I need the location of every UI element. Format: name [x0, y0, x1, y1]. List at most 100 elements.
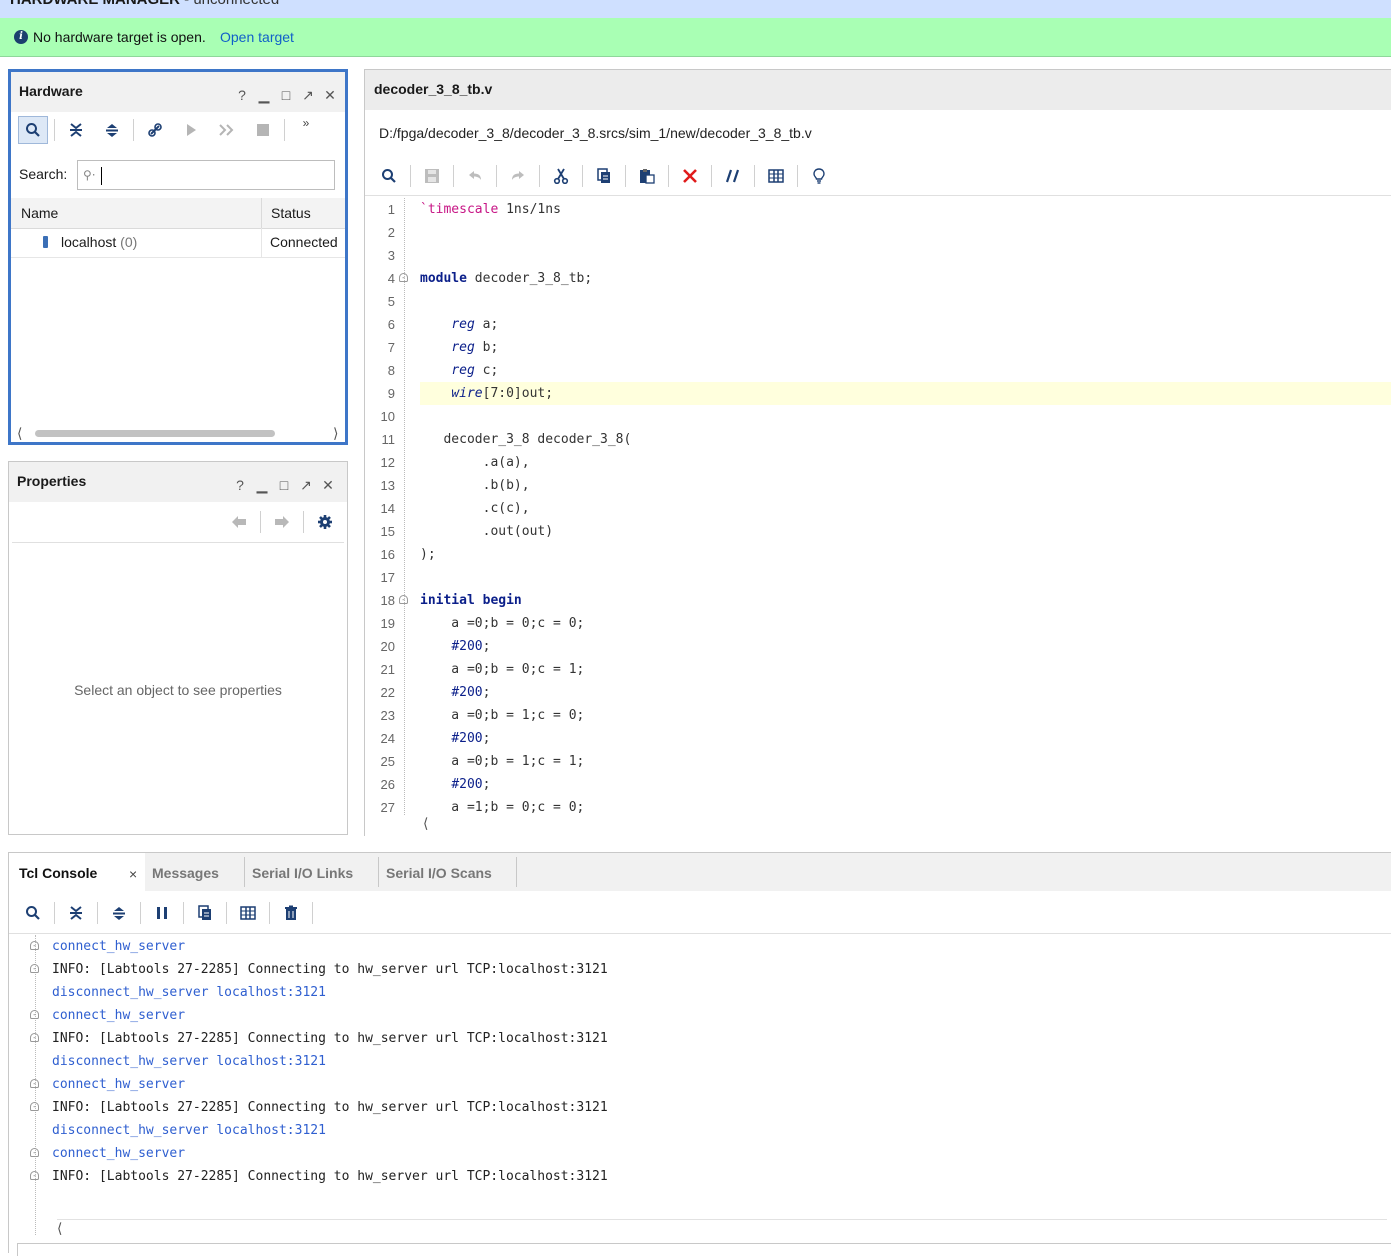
editor-tab-title[interactable]: decoder_3_8_tb.v	[374, 81, 492, 97]
server-count: (0)	[120, 234, 138, 250]
collapse-all-icon[interactable]	[58, 116, 94, 144]
line-number: 12	[380, 455, 395, 470]
minimize-icon[interactable]: ▁	[251, 476, 273, 494]
code-line: 24 #200;	[365, 727, 1391, 750]
minimize-icon[interactable]: ▁	[253, 86, 275, 104]
scroll-left-icon[interactable]: ⟨	[17, 425, 22, 442]
scroll-left-icon[interactable]: ⟨	[57, 1220, 62, 1237]
console-line: - connect_hw_server	[9, 935, 1391, 958]
copy-icon[interactable]	[586, 162, 622, 190]
hardware-panel-title: Hardware	[19, 83, 83, 99]
stop-icon[interactable]	[245, 116, 281, 144]
properties-toolbar	[221, 508, 343, 536]
line-number: 23	[380, 708, 395, 723]
code-line: 13 .b(b),	[365, 474, 1391, 497]
scroll-right-icon[interactable]: ⟩	[333, 425, 338, 442]
float-icon[interactable]: ↗	[297, 86, 319, 104]
close-icon[interactable]: ×	[129, 866, 137, 882]
server-name: localhost	[61, 234, 117, 250]
close-icon[interactable]: ✕	[317, 476, 339, 494]
tab-messages[interactable]: Messages	[145, 853, 245, 891]
search-icon[interactable]	[15, 899, 51, 927]
back-icon[interactable]	[221, 508, 257, 536]
hardware-horizontal-scrollbar[interactable]: ⟨ ⟩	[15, 425, 345, 441]
expand-all-icon[interactable]	[101, 899, 137, 927]
forward-icon[interactable]	[264, 508, 300, 536]
cut-icon[interactable]	[543, 162, 579, 190]
tab-serial-io-links[interactable]: Serial I/O Links	[245, 853, 378, 891]
tcl-command-input[interactable]	[17, 1243, 1391, 1256]
scroll-left-icon[interactable]: ⟨	[423, 815, 428, 832]
maximize-icon[interactable]: □	[273, 476, 295, 494]
editor-tab-bar: decoder_3_8_tb.v	[365, 70, 1391, 110]
columns-icon[interactable]	[758, 162, 794, 190]
table-row-localhost[interactable]: localhost (0) Connected	[11, 228, 345, 258]
collapse-all-icon[interactable]	[58, 899, 94, 927]
copy-icon[interactable]	[187, 899, 223, 927]
help-icon[interactable]: ?	[229, 476, 251, 494]
more-icon[interactable]: »	[288, 116, 324, 144]
expand-all-icon[interactable]	[94, 116, 130, 144]
play-icon[interactable]	[173, 116, 209, 144]
code-text-area[interactable]: 1 `timescale 1ns/1ns 2 3 4- module decoder…	[365, 198, 1391, 815]
save-icon[interactable]	[414, 162, 450, 190]
open-target-link[interactable]: Open target	[220, 29, 294, 45]
code-line: 25 a =0;b = 1;c = 1;	[365, 750, 1391, 773]
gear-icon[interactable]	[307, 508, 343, 536]
paste-icon[interactable]	[629, 162, 665, 190]
pause-icon[interactable]	[144, 899, 180, 927]
column-header-name[interactable]: Name	[21, 205, 58, 221]
console-output[interactable]: - connect_hw_server - INFO: [Labtools 27-2…	[9, 935, 1391, 1215]
line-number: 8	[387, 363, 395, 378]
line-number: 17	[380, 570, 395, 585]
undo-icon[interactable]	[457, 162, 493, 190]
columns-icon[interactable]	[230, 899, 266, 927]
fold-toggle-icon[interactable]: -	[399, 273, 408, 282]
redo-icon[interactable]	[500, 162, 536, 190]
properties-panel: Properties ? ▁ □ ↗ ✕ Select an object to…	[8, 461, 348, 835]
code-line: 16);	[365, 543, 1391, 566]
fold-toggle-icon[interactable]: -	[30, 1079, 39, 1088]
close-icon[interactable]: ✕	[319, 86, 341, 104]
properties-panel-header: Properties ? ▁ □ ↗ ✕	[9, 462, 347, 502]
table-header: Name Status	[11, 198, 345, 229]
fold-toggle-icon[interactable]: -	[30, 1148, 39, 1157]
bulb-icon[interactable]	[801, 162, 837, 190]
auto-connect-icon[interactable]	[137, 116, 173, 144]
line-number: 21	[380, 662, 395, 677]
console-horizontal-scrollbar[interactable]: ⟨	[57, 1219, 1387, 1236]
clear-icon[interactable]	[273, 899, 309, 927]
code-line: 17	[365, 566, 1391, 589]
file-path: D:/fpga/decoder_3_8/decoder_3_8.srcs/sim…	[379, 125, 812, 141]
fold-toggle-icon[interactable]: -	[399, 595, 408, 604]
code-line: 22 #200;	[365, 681, 1391, 704]
maximize-icon[interactable]: □	[275, 86, 297, 104]
search-icon[interactable]	[18, 116, 48, 144]
comment-icon[interactable]	[715, 162, 751, 190]
code-line: 12 .a(a),	[365, 451, 1391, 474]
line-number: 13	[380, 478, 395, 493]
help-icon[interactable]: ?	[231, 86, 253, 104]
line-number: 2	[387, 225, 395, 240]
app-subtitle: - unconnected	[180, 0, 279, 8]
divider	[365, 195, 1391, 196]
console-line: - connect_hw_server	[9, 1004, 1391, 1027]
line-number: 18	[380, 593, 395, 608]
line-number: 10	[380, 409, 395, 424]
fast-forward-icon[interactable]	[209, 116, 245, 144]
tab-serial-io-scans[interactable]: Serial I/O Scans	[379, 853, 516, 891]
search-icon[interactable]	[371, 162, 407, 190]
code-line: 3	[365, 244, 1391, 267]
banner-message: No hardware target is open.	[33, 29, 206, 45]
divider	[9, 933, 1391, 934]
fold-toggle-icon[interactable]: -	[30, 1010, 39, 1019]
fold-toggle-icon[interactable]: -	[30, 941, 39, 950]
tab-tcl-console[interactable]: Tcl Console ×	[9, 853, 145, 891]
float-icon[interactable]: ↗	[295, 476, 317, 494]
editor-horizontal-scrollbar[interactable]: ⟨	[423, 815, 1383, 831]
hardware-search-input[interactable]: ⚲⋅	[77, 160, 335, 190]
column-header-status[interactable]: Status	[261, 198, 345, 228]
delete-icon[interactable]	[672, 162, 708, 190]
scrollbar-thumb[interactable]	[35, 430, 275, 437]
console-line: - connect_hw_server	[9, 1142, 1391, 1165]
